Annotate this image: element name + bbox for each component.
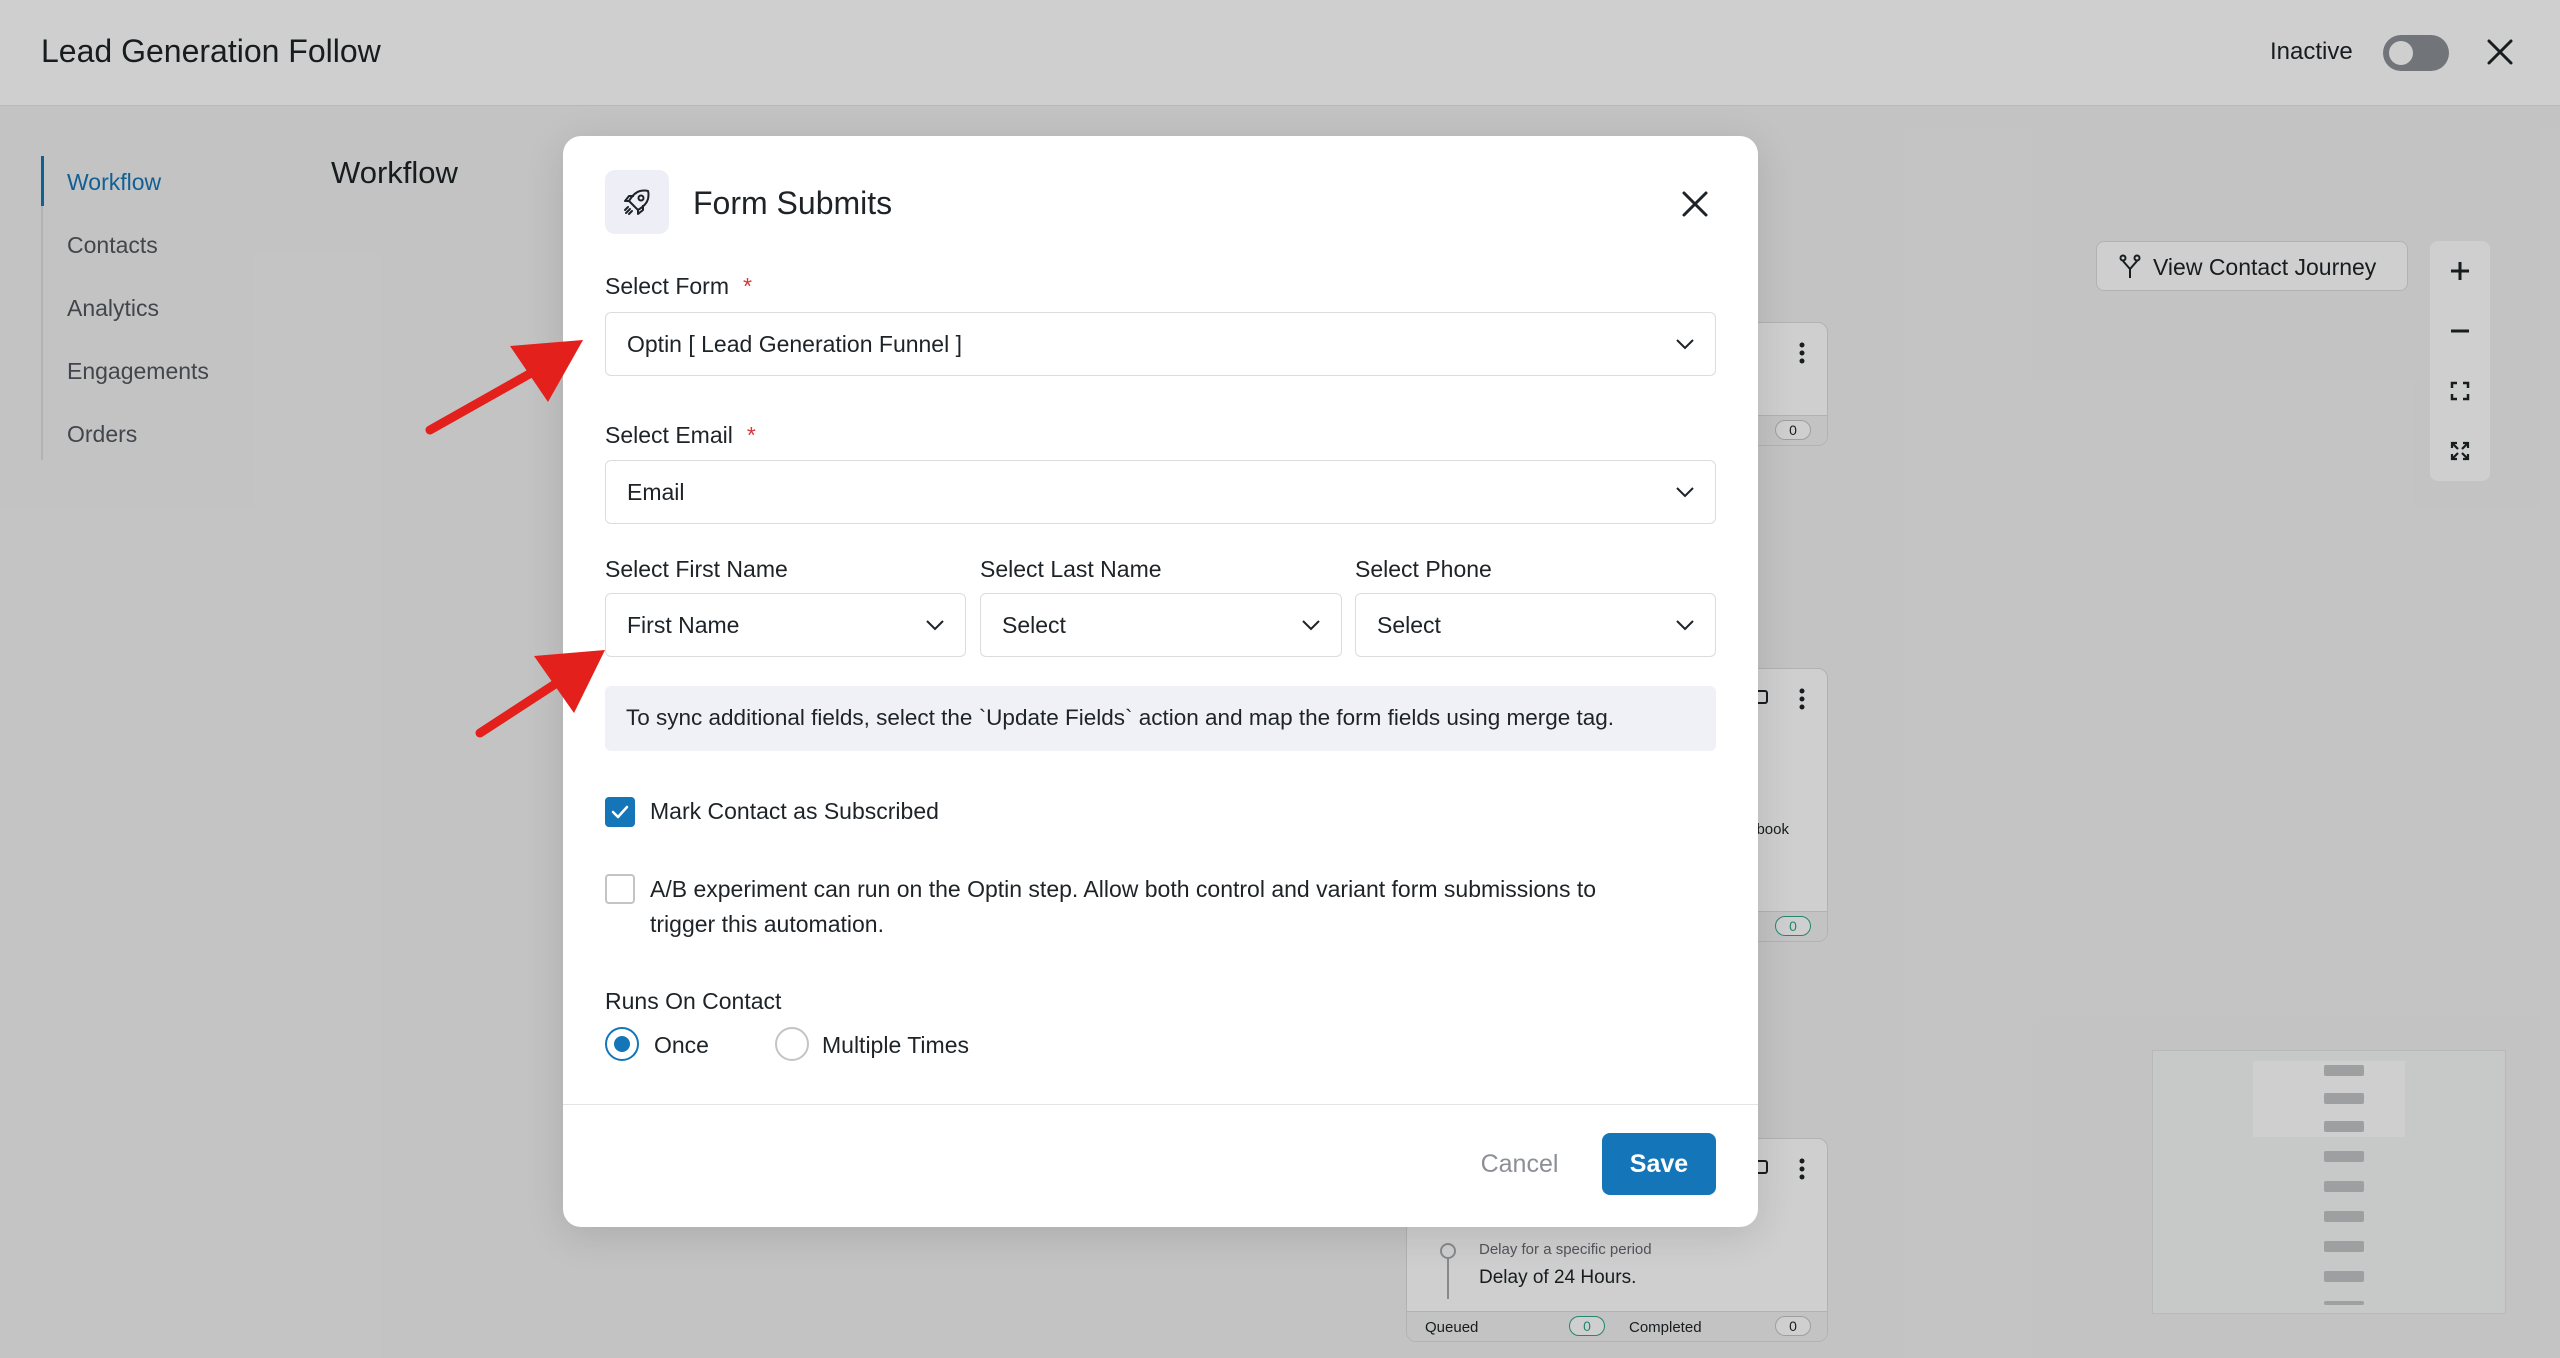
mark-subscribed-checkbox[interactable]: [605, 797, 635, 827]
select-last-name-label: Select Last Name: [980, 556, 1162, 582]
chevron-down-icon: [1676, 339, 1694, 350]
select-last-name-value: Select: [1002, 612, 1066, 638]
merge-tag-note: To sync additional fields, select the `U…: [605, 686, 1716, 751]
radio-multiple-times-label[interactable]: Multiple Times: [822, 1032, 969, 1059]
radio-once-label[interactable]: Once: [654, 1032, 709, 1059]
form-submits-modal: Form Submits Select Form * Optin [ Lead G…: [563, 136, 1758, 1227]
select-form-label: Select Form *: [605, 273, 752, 299]
required-marker: *: [746, 422, 756, 448]
required-marker: *: [742, 273, 752, 299]
modal-title: Form Submits: [693, 185, 893, 221]
ab-experiment-checkbox[interactable]: [605, 874, 635, 904]
ab-experiment-label-line1[interactable]: A/B experiment can run on the Optin step…: [650, 872, 1596, 907]
ab-experiment-label-line2[interactable]: trigger this automation.: [650, 907, 884, 942]
select-email-dropdown[interactable]: Email: [605, 460, 1716, 524]
select-first-name-value: First Name: [627, 612, 740, 638]
chevron-down-icon: [1302, 620, 1320, 631]
annotation-arrow-icon: [425, 340, 583, 435]
merge-tag-note-text: To sync additional fields, select the `U…: [626, 705, 1615, 730]
save-button[interactable]: Save: [1602, 1133, 1716, 1195]
select-form-dropdown[interactable]: Optin [ Lead Generation Funnel ]: [605, 312, 1716, 376]
select-phone-value: Select: [1377, 612, 1441, 638]
close-icon[interactable]: [1675, 184, 1715, 224]
select-form-value: Optin [ Lead Generation Funnel ]: [627, 331, 962, 357]
rocket-icon: [605, 170, 669, 234]
mark-subscribed-label[interactable]: Mark Contact as Subscribed: [650, 794, 939, 829]
select-phone-label: Select Phone: [1355, 556, 1492, 582]
checkmark-icon: [611, 805, 629, 819]
radio-once[interactable]: [605, 1027, 639, 1061]
chevron-down-icon: [926, 620, 944, 631]
annotation-arrow-icon: [475, 650, 605, 738]
select-email-label: Select Email *: [605, 422, 756, 448]
cancel-button[interactable]: Cancel: [1463, 1133, 1576, 1195]
select-phone-dropdown[interactable]: Select: [1355, 593, 1716, 657]
radio-multiple-times[interactable]: [775, 1027, 809, 1061]
select-email-value: Email: [627, 479, 685, 505]
chevron-down-icon: [1676, 620, 1694, 631]
select-last-name-dropdown[interactable]: Select: [980, 593, 1342, 657]
runs-on-contact-label: Runs On Contact: [605, 988, 782, 1014]
select-first-name-label: Select First Name: [605, 556, 788, 582]
select-first-name-dropdown[interactable]: First Name: [605, 593, 966, 657]
modal-footer-divider: [563, 1104, 1758, 1105]
chevron-down-icon: [1676, 487, 1694, 498]
